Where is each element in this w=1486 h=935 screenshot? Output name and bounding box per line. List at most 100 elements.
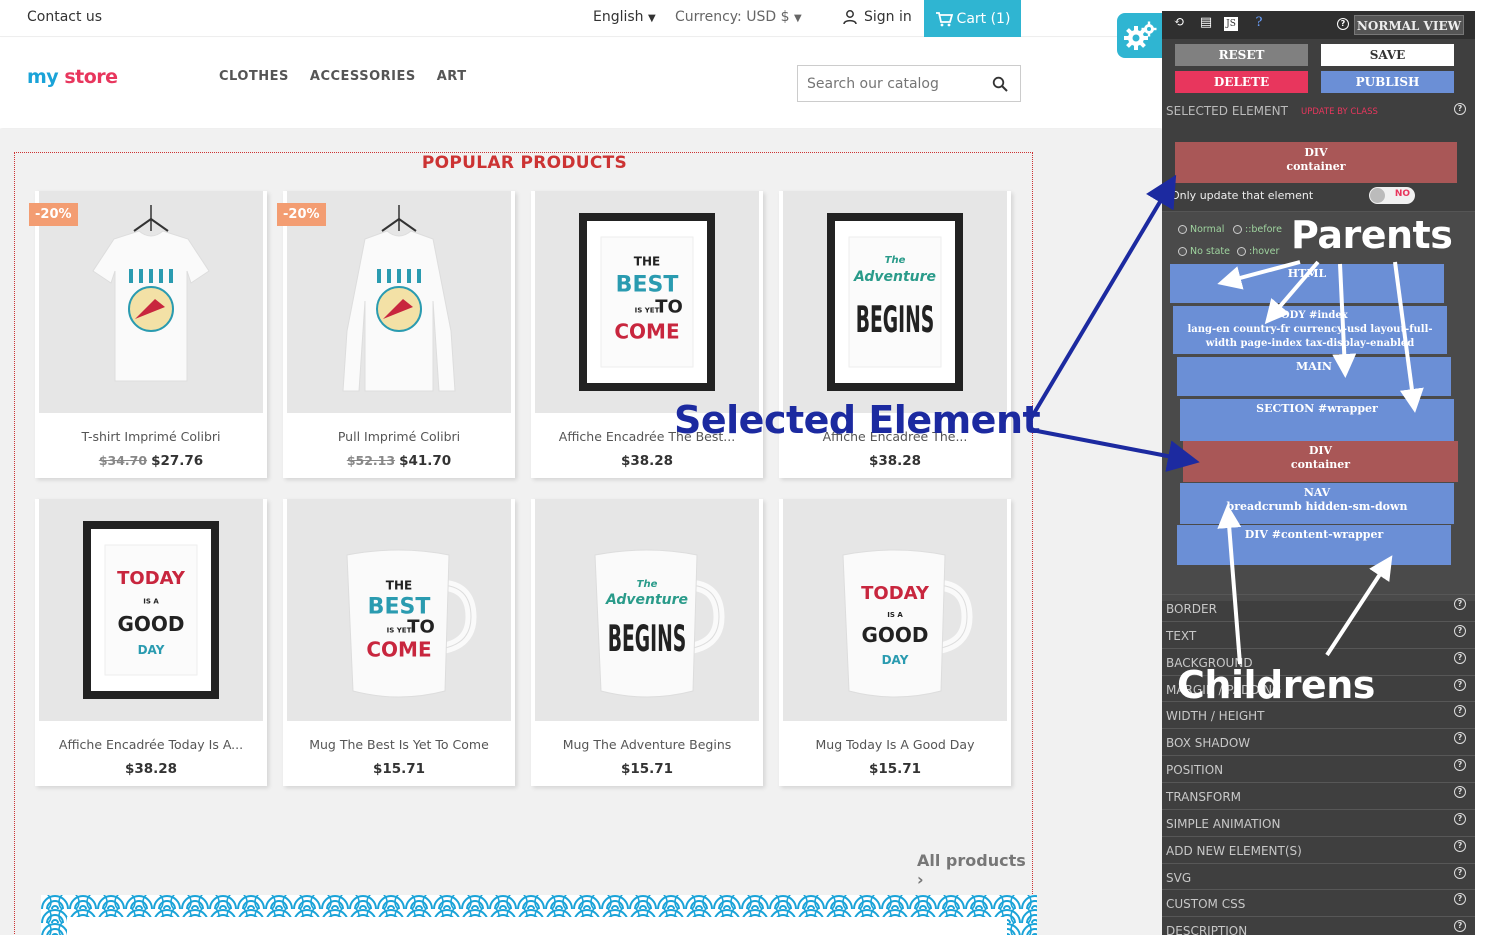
product-image[interactable]: THE BEST IS YET TO COME — [535, 191, 759, 413]
style-section-row[interactable]: SVG? — [1162, 862, 1475, 890]
js-icon[interactable]: JS — [1224, 17, 1238, 31]
current-price: $41.70 — [399, 453, 452, 469]
section-help-icon[interactable]: ? — [1454, 624, 1466, 637]
product-image[interactable]: TODAY IS A GOOD DAY — [39, 499, 263, 721]
selected-element-annotation: Selected Element — [674, 398, 1041, 442]
nav-accessories[interactable]: ACCESSORIES — [310, 69, 416, 84]
section-help-icon[interactable]: ? — [1454, 866, 1466, 879]
currency-select[interactable]: Currency: USD $ ▼ — [675, 9, 802, 25]
save-button[interactable]: SAVE — [1321, 44, 1454, 66]
normal-view-button[interactable]: NORMAL VIEW — [1354, 15, 1464, 35]
state-nostate-radio[interactable]: No state — [1178, 246, 1230, 257]
product-image[interactable]: THE BEST IS YET TO COME — [287, 499, 511, 721]
svg-text:THE: THE — [634, 255, 660, 269]
main-nav: CLOTHES ACCESSORIES ART — [219, 69, 467, 84]
style-section-row[interactable]: SIMPLE ANIMATION? — [1162, 808, 1475, 836]
selected-help-icon[interactable]: ? — [1454, 103, 1466, 115]
product-image-art: THEBESTIS YETTOCOME — [346, 549, 477, 698]
state-hover-radio[interactable]: :hover — [1237, 246, 1279, 257]
style-section-row[interactable]: BORDER? — [1162, 594, 1475, 621]
radio-dot — [1233, 225, 1242, 234]
css3-icon[interactable]: ▤ — [1197, 15, 1215, 33]
section-label: TRANSFORM — [1166, 789, 1242, 804]
tree-node[interactable]: SECTION #wrapper — [1180, 399, 1454, 441]
sign-in-label: Sign in — [864, 9, 912, 25]
history-icon[interactable]: ⟲ — [1170, 15, 1188, 33]
search-input[interactable] — [798, 66, 978, 101]
tree-node-tag: HTML — [1287, 267, 1327, 280]
current-price: $38.28 — [868, 453, 922, 469]
product-name[interactable]: Mug Today Is A Good Day — [779, 737, 1011, 752]
style-section-row[interactable]: TRANSFORM? — [1162, 781, 1475, 809]
product-card[interactable]: The Adventure BEGINS Mug The Adventure Begi… — [531, 499, 763, 786]
store-logo[interactable]: my store — [27, 66, 118, 88]
gears-icon — [1124, 21, 1157, 50]
contact-link[interactable]: Contact us — [27, 9, 102, 25]
nav-clothes[interactable]: CLOTHES — [219, 69, 289, 84]
product-card[interactable]: -20% Pull Imprimé Colibri $52.13 $41.70 — [277, 191, 515, 478]
state-before-radio[interactable]: ::before — [1233, 224, 1282, 235]
nav-art[interactable]: ART — [437, 69, 467, 84]
sign-in-link[interactable]: Sign in — [842, 9, 912, 25]
language-select[interactable]: English ▼ — [593, 9, 656, 25]
section-help-icon[interactable]: ? — [1454, 678, 1466, 691]
product-name[interactable]: Mug The Best Is Yet To Come — [283, 737, 515, 752]
product-card[interactable]: TODAY IS A GOOD DAY Mug Today Is A Good Day $… — [779, 499, 1011, 786]
update-by-class-link[interactable]: UPDATE BY CLASS — [1301, 107, 1378, 117]
section-help-icon[interactable]: ? — [1454, 812, 1466, 825]
tree-node[interactable]: HTML — [1170, 264, 1444, 303]
product-card[interactable]: -20% T-shirt Imprimé Colibri $34.70 $27.76 — [29, 191, 267, 478]
svg-text:TO: TO — [407, 617, 435, 638]
tree-node[interactable]: DIV #content-wrapper — [1177, 525, 1451, 565]
tree-node[interactable]: DIV container — [1183, 441, 1458, 482]
delete-button[interactable]: DELETE — [1175, 71, 1308, 93]
view-help-icon[interactable]: ? — [1337, 18, 1349, 30]
all-products-link[interactable]: All products › — [917, 851, 1032, 889]
publish-button[interactable]: PUBLISH — [1321, 71, 1454, 93]
product-card[interactable]: TODAY IS A GOOD DAY Affiche Encadrée Today I… — [35, 499, 267, 786]
cart-button[interactable]: Cart (1) — [924, 0, 1021, 37]
style-section-row[interactable]: TEXT? — [1162, 620, 1475, 648]
tree-node-class: breadcrumb hidden-sm-down — [1226, 500, 1408, 513]
section-help-icon[interactable]: ? — [1454, 920, 1466, 933]
banner-inner — [67, 917, 1007, 935]
section-help-icon[interactable]: ? — [1454, 785, 1466, 798]
product-name[interactable]: Affiche Encadrée Today Is A... — [35, 737, 267, 752]
help-icon[interactable]: ? — [1250, 15, 1268, 33]
tree-node[interactable]: MAIN — [1177, 357, 1451, 396]
section-help-icon[interactable]: ? — [1454, 732, 1466, 745]
search-icon[interactable] — [992, 76, 1008, 92]
product-image[interactable]: The Adventure BEGINS — [535, 499, 759, 721]
section-help-icon[interactable]: ? — [1454, 759, 1466, 772]
svg-text:DAY: DAY — [138, 643, 165, 657]
style-section-row[interactable]: POSITION? — [1162, 755, 1475, 782]
tree-node[interactable]: NAV breadcrumb hidden-sm-down — [1180, 483, 1454, 524]
style-section-row[interactable]: BOX SHADOW? — [1162, 728, 1475, 755]
section-help-icon[interactable]: ? — [1454, 651, 1466, 664]
product-name[interactable]: Mug The Adventure Begins — [531, 737, 763, 752]
selected-element-box[interactable]: DIV container — [1175, 142, 1457, 183]
style-section-row[interactable]: DESCRIPTION? — [1162, 916, 1475, 935]
style-section-row[interactable]: ADD NEW ELEMENT(S)? — [1162, 835, 1475, 863]
section-help-icon[interactable]: ? — [1454, 598, 1466, 610]
product-image[interactable]: The Adventure BEGINS — [783, 191, 1007, 413]
product-image[interactable]: TODAY IS A GOOD DAY — [783, 499, 1007, 721]
svg-text:COME: COME — [614, 319, 679, 343]
section-help-icon[interactable]: ? — [1454, 839, 1466, 852]
svg-text:THE: THE — [386, 578, 412, 592]
editor-toggle-tab[interactable] — [1117, 13, 1163, 58]
reset-button[interactable]: RESET — [1175, 44, 1308, 66]
svg-text:BEST: BEST — [616, 273, 679, 298]
svg-text:IS A: IS A — [887, 611, 903, 619]
children-annotation: Childrens — [1177, 663, 1375, 707]
section-help-icon[interactable]: ? — [1454, 893, 1466, 906]
style-section-row[interactable]: CUSTOM CSS? — [1162, 889, 1475, 916]
product-name[interactable]: Pull Imprimé Colibri — [283, 429, 515, 444]
product-card[interactable]: THE BEST IS YET TO COME Mug The Best Is Yet T… — [283, 499, 515, 786]
section-help-icon[interactable]: ? — [1454, 705, 1466, 718]
state-normal-radio[interactable]: Normal — [1178, 224, 1224, 235]
only-update-toggle[interactable]: NO — [1369, 187, 1415, 204]
tree-node[interactable]: BODY #index lang-en country-fr currency-u… — [1173, 306, 1447, 354]
old-price: $52.13 — [346, 453, 396, 468]
product-name[interactable]: T-shirt Imprimé Colibri — [35, 429, 267, 444]
